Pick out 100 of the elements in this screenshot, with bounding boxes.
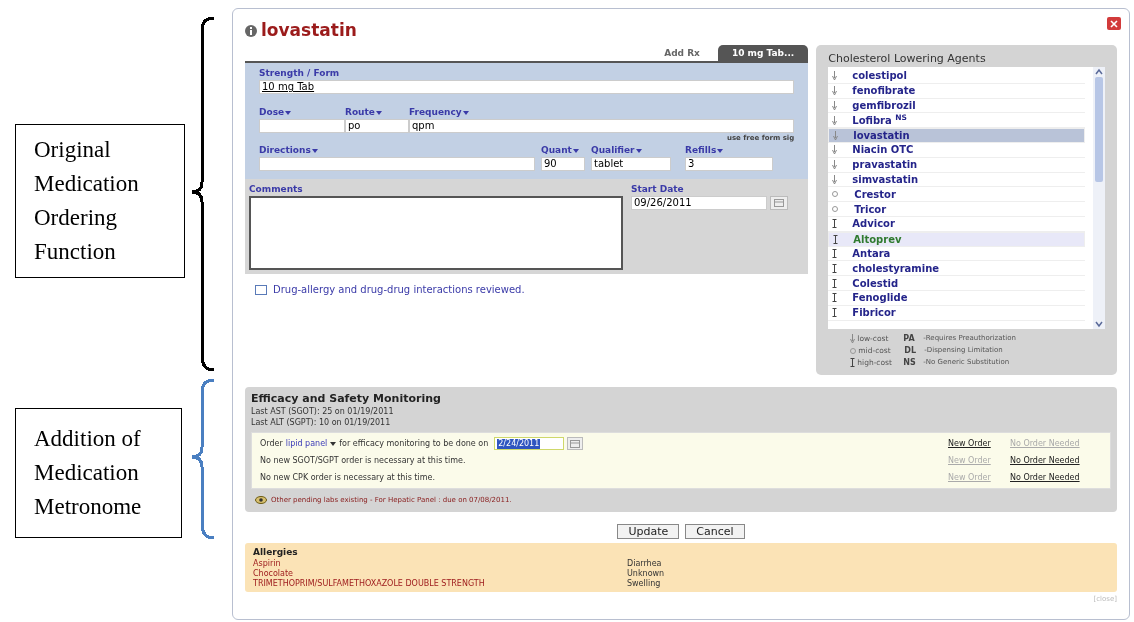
- field-label: Qualifier: [591, 143, 635, 157]
- drug-list-item[interactable]: Colestid: [828, 276, 1085, 291]
- legend-code: NS: [903, 356, 917, 369]
- input-field[interactable]: 10 mg Tab: [259, 80, 795, 94]
- order-link[interactable]: No Order Needed: [1010, 471, 1102, 484]
- allergen: Chocolate: [253, 569, 295, 579]
- field-label: Route: [345, 105, 375, 119]
- caret-icon: [285, 110, 292, 115]
- bar-icon: [832, 219, 838, 229]
- scrollbar[interactable]: [1093, 67, 1105, 329]
- order-link[interactable]: New Order: [948, 437, 1010, 450]
- input-field[interactable]: 09/26/2011: [631, 196, 767, 210]
- down-arrow-icon: [833, 131, 839, 141]
- circle-icon: [832, 206, 839, 213]
- dialog-button[interactable]: Cancel: [685, 523, 745, 539]
- bar-icon: [832, 248, 838, 258]
- drug-list-item[interactable]: Antara: [828, 246, 1085, 262]
- drug-list-item[interactable]: Crestor: [828, 187, 1085, 203]
- circle-icon: [832, 191, 839, 198]
- reaction: Swelling: [627, 579, 661, 589]
- drug-list-item[interactable]: colestipol: [828, 69, 1085, 84]
- legend-code: DL: [904, 344, 918, 357]
- input-field[interactable]: qpm: [409, 119, 795, 133]
- input-field[interactable]: [259, 119, 345, 133]
- input-field[interactable]: 3: [685, 157, 773, 171]
- caret-icon: [375, 110, 382, 115]
- legend-code: PA: [903, 332, 916, 345]
- caret-icon: [311, 148, 318, 153]
- annotation-label: Original Medication Ordering Function: [15, 124, 185, 278]
- close-button[interactable]: [1107, 17, 1121, 30]
- caret-icon: [635, 148, 642, 153]
- scroll-up-icon: [1095, 67, 1103, 77]
- bar-icon: [832, 278, 838, 288]
- field-label: Directions: [259, 143, 311, 157]
- drug-list-item[interactable]: Tricor: [828, 202, 1085, 217]
- tab[interactable]: Add Rx: [650, 45, 714, 61]
- field-label: Start Date: [631, 182, 684, 196]
- reaction: Unknown: [627, 569, 665, 579]
- drug-list-item[interactable]: simvastatin: [828, 172, 1085, 188]
- input-field[interactable]: 90: [541, 157, 585, 171]
- calendar-icon: [774, 199, 784, 207]
- drug-title: lovastatin: [261, 19, 357, 43]
- calendar-button[interactable]: [567, 437, 584, 450]
- field-label: Comments: [249, 182, 303, 196]
- checkbox[interactable]: [255, 284, 267, 295]
- drug-list-item[interactable]: cholestyramine: [828, 261, 1085, 277]
- order-note: No new CPK order is necessary at this time.: [260, 471, 435, 484]
- lab-result: Last AST (SGOT): 25 on 01/19/2011: [251, 406, 395, 417]
- field-label: Strength / Form: [259, 66, 340, 80]
- drug-list-item[interactable]: lovastatin: [828, 128, 1085, 143]
- allergen: Aspirin: [253, 559, 282, 569]
- input-field[interactable]: po: [345, 119, 409, 133]
- caret-icon: [330, 441, 337, 446]
- dialog-button[interactable]: Update: [617, 523, 680, 539]
- annotation-label: Addition of Medication Metronome: [15, 408, 182, 538]
- comments-field[interactable]: [249, 196, 623, 270]
- drug-list-item[interactable]: gemfibrozil: [828, 98, 1085, 114]
- circle-icon: [850, 347, 857, 354]
- lab-result: Last ALT (SGPT): 10 on 01/19/2011: [251, 417, 392, 428]
- bar-icon: [832, 263, 838, 273]
- reaction: Diarrhea: [627, 559, 662, 569]
- scrollbar-thumb[interactable]: [1095, 77, 1103, 182]
- drug-list-item[interactable]: fenofibrate: [828, 83, 1085, 99]
- selected-text: 2/24/2011: [497, 438, 541, 449]
- caret-icon: [572, 148, 579, 153]
- order-link[interactable]: No Order Needed: [1010, 454, 1102, 467]
- drug-list-item[interactable]: Niacin OTC: [828, 143, 1085, 158]
- down-arrow-icon: [832, 71, 838, 81]
- field-label: Dose: [259, 105, 285, 119]
- bar-icon: [832, 308, 838, 318]
- allergen: TRIMETHOPRIM/SULFAMETHOXAZOLE DOUBLE STRENGTH: [253, 579, 486, 589]
- field-label: Refills: [685, 143, 717, 157]
- info-icon: [245, 25, 257, 37]
- field-label: Frequency: [409, 105, 462, 119]
- down-arrow-icon: [832, 115, 838, 125]
- scroll-down-icon: [1095, 319, 1103, 329]
- input-field[interactable]: [259, 157, 535, 171]
- section-title: Efficacy and Safety Monitoring: [251, 391, 442, 406]
- drug-list-item[interactable]: Fibricor: [828, 305, 1085, 321]
- down-arrow-icon: [832, 174, 838, 184]
- caret-icon: [717, 148, 724, 153]
- checkbox-label: Drug-allergy and drug-drug interactions reviewed.: [273, 283, 525, 297]
- calendar-icon: [570, 439, 581, 448]
- lab-link[interactable]: lipid panel: [285, 437, 328, 450]
- drug-list-item[interactable]: Advicor: [828, 216, 1085, 232]
- drug-list-item[interactable]: pravastatin: [828, 157, 1085, 173]
- down-arrow-icon: [832, 101, 838, 110]
- panel-title: Cholesterol Lowering Agents: [828, 51, 987, 67]
- date-field[interactable]: 2/24/2011: [494, 437, 565, 450]
- bar-icon: [850, 358, 856, 367]
- drug-list-item[interactable]: Fenoglide: [828, 290, 1085, 306]
- down-arrow-icon: [832, 145, 838, 155]
- down-arrow-icon: [832, 86, 838, 96]
- tab[interactable]: 10 mg Tab...: [717, 45, 809, 61]
- input-field[interactable]: tablet: [591, 157, 671, 171]
- order-note: No new SGOT/SGPT order is necessary at this time.: [260, 454, 466, 467]
- bar-icon: [833, 234, 839, 244]
- caret-icon: [462, 110, 469, 115]
- section-title: Allergies: [253, 545, 299, 559]
- calendar-button[interactable]: [770, 196, 788, 210]
